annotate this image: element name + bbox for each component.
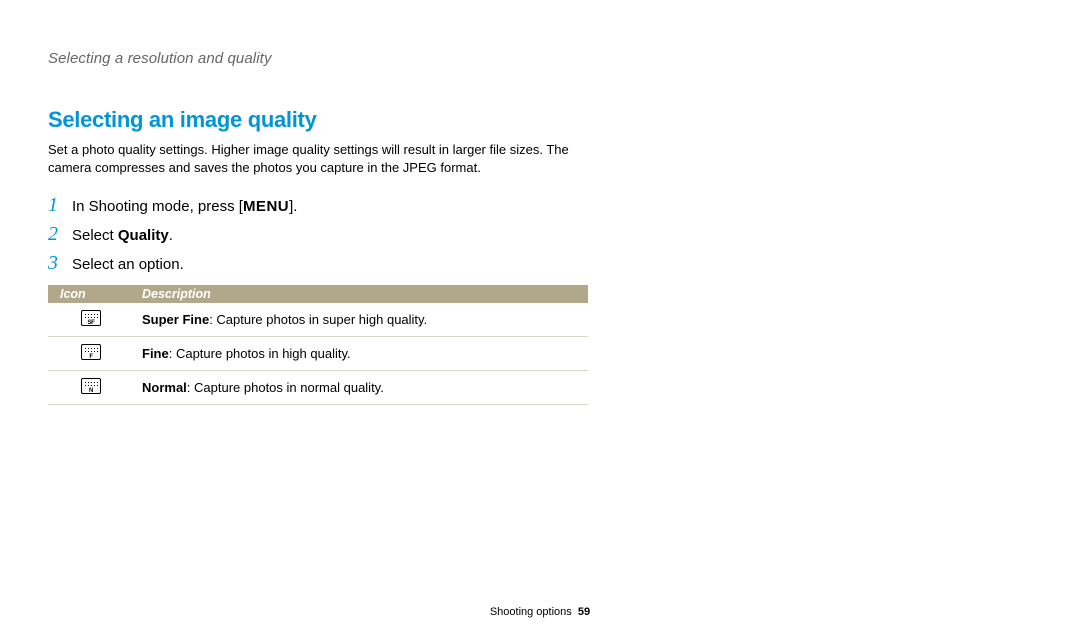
icon-label: SF [87, 320, 94, 326]
steps-list: 1 In Shooting mode, press [MENU]. 2 Sele… [48, 194, 1032, 275]
table-row: SF Super Fine: Capture photos in super h… [48, 303, 588, 337]
cell-description: Normal: Capture photos in normal quality… [130, 371, 588, 405]
text-fragment: . [169, 227, 173, 244]
table-row: N Normal: Capture photos in normal quali… [48, 371, 588, 405]
cell-icon: F [48, 337, 130, 371]
option-name: Super Fine [142, 312, 209, 327]
step-number: 1 [48, 194, 68, 217]
footer-section: Shooting options [490, 606, 572, 618]
text-fragment: Select [72, 227, 118, 244]
page-number: 59 [578, 606, 590, 618]
column-header-description: Description [130, 285, 588, 303]
column-header-icon: Icon [48, 285, 130, 303]
table-header-row: Icon Description [48, 285, 588, 303]
breadcrumb: Selecting a resolution and quality [48, 50, 1032, 67]
option-desc: : Capture photos in high quality. [169, 346, 351, 361]
icon-label: N [89, 388, 93, 394]
cell-description: Super Fine: Capture photos in super high… [130, 303, 588, 337]
step-3: 3 Select an option. [48, 252, 1032, 275]
option-desc: : Capture photos in normal quality. [187, 380, 384, 395]
step-text: In Shooting mode, press [MENU]. [72, 198, 297, 215]
text-fragment: ]. [289, 198, 297, 215]
super-fine-quality-icon: SF [81, 310, 101, 326]
text-fragment: In Shooting mode, press [ [72, 198, 243, 215]
intro-paragraph: Set a photo quality settings. Higher ima… [48, 141, 588, 176]
quality-options-table: Icon Description SF Super Fine: Capture … [48, 285, 588, 405]
step-1: 1 In Shooting mode, press [MENU]. [48, 194, 1032, 217]
option-name: Fine [142, 346, 169, 361]
cell-icon: N [48, 371, 130, 405]
table-row: F Fine: Capture photos in high quality. [48, 337, 588, 371]
cell-icon: SF [48, 303, 130, 337]
cell-description: Fine: Capture photos in high quality. [130, 337, 588, 371]
page-footer: Shooting options 59 [0, 606, 1080, 618]
section-heading: Selecting an image quality [48, 107, 1032, 133]
step-text: Select Quality. [72, 227, 173, 244]
option-name: Normal [142, 380, 187, 395]
document-page: Selecting a resolution and quality Selec… [0, 0, 1080, 630]
step-number: 3 [48, 252, 68, 275]
fine-quality-icon: F [81, 344, 101, 360]
step-2: 2 Select Quality. [48, 223, 1032, 246]
bold-term: Quality [118, 227, 169, 244]
step-number: 2 [48, 223, 68, 246]
menu-label: MENU [243, 198, 289, 215]
option-desc: : Capture photos in super high quality. [209, 312, 427, 327]
icon-label: F [89, 354, 92, 360]
normal-quality-icon: N [81, 378, 101, 394]
step-text: Select an option. [72, 256, 184, 273]
